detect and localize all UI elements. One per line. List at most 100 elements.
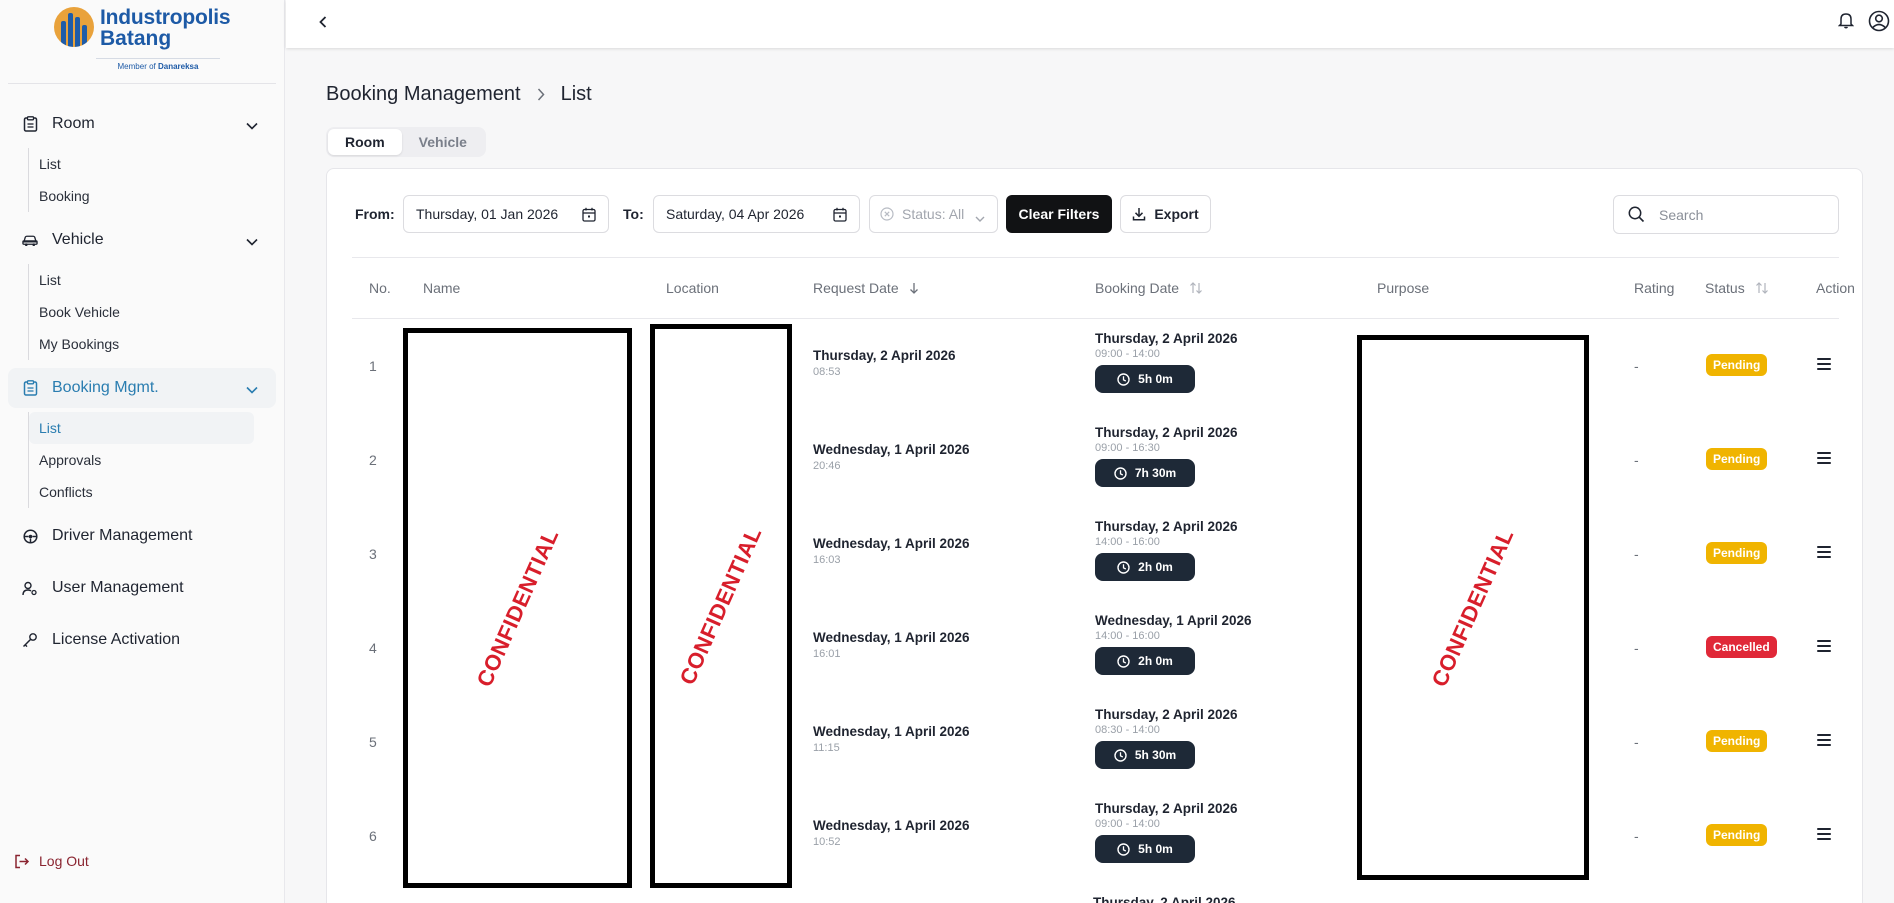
tab-vehicle[interactable]: Vehicle [402,129,484,155]
row-number: 2 [369,452,377,468]
from-label: From: [355,206,395,222]
car-icon [22,232,38,248]
sidebar-group-vehicle[interactable]: Vehicle [8,220,276,260]
chevron-down-icon [246,381,258,399]
duration-chip: 7h 30m [1095,459,1195,487]
booking-time-range: 09:00 - 14:00 [1095,818,1160,830]
booking-date-cell: Thursday, 2 April 2026 09:00 - 14:00 5h … [1095,331,1238,393]
to-date-picker[interactable]: Saturday, 04 Apr 2026 [653,195,860,233]
notifications-button[interactable] [1837,11,1855,34]
steering-wheel-icon [22,528,38,544]
brand-logo[interactable]: Industropolis Batang Member of Danareksa [54,5,234,73]
clock-icon [1117,372,1130,386]
booking-time-range: 14:00 - 16:00 [1095,630,1160,642]
sidebar-item-room-list[interactable]: List [29,148,254,180]
sidebar-item-conflicts[interactable]: Conflicts [29,476,254,508]
export-label: Export [1154,206,1199,222]
status-badge: Pending [1706,448,1768,470]
sidebar-group-room[interactable]: Room [8,104,276,144]
col-booking-date[interactable]: Booking Date [1095,280,1203,296]
sidebar-item-booking-list[interactable]: List [29,412,254,444]
request-date-cell: Thursday, 2 April 2026 08:53 [813,348,956,378]
col-status[interactable]: Status [1705,280,1769,296]
sidebar-group-label: Vehicle [52,231,104,248]
request-time: 20:46 [813,460,841,472]
sidebar-group-label: Booking Mgmt. [52,379,159,396]
sidebar-item-book-vehicle[interactable]: Book Vehicle [29,296,254,328]
duration-value: 2h 0m [1138,654,1173,668]
bell-icon [1837,13,1855,29]
from-date-picker[interactable]: Thursday, 01 Jan 2026 [403,195,609,233]
status-filter-select[interactable]: Status: All [869,195,998,233]
logout-label: Log Out [39,853,89,869]
clock-icon [1117,560,1130,574]
export-button[interactable]: Export [1120,195,1211,233]
sidebar-booking-mgmt-children: List Approvals Conflicts [28,412,254,508]
duration-chip: 5h 0m [1095,835,1195,863]
logout-button[interactable]: Log Out [14,853,89,869]
booking-type-tabs: Room Vehicle [326,127,486,157]
booking-date: Thursday, 2 April 2026 [1095,707,1238,722]
sidebar-item-driver-management[interactable]: Driver Management [8,516,276,556]
row-actions-menu-icon[interactable] [1817,734,1831,746]
redaction-box-purpose: CONFIDENTIAL [1357,335,1589,880]
col-request-date[interactable]: Request Date [813,280,919,296]
top-bar [286,0,1894,48]
sidebar-divider [8,83,276,84]
user-menu-button[interactable] [1868,10,1890,37]
tab-room[interactable]: Room [328,129,402,155]
sort-desc-icon[interactable] [909,282,919,294]
sort-toggle-icon[interactable] [1189,282,1203,294]
redaction-label: CONFIDENTIAL [1426,524,1519,690]
col-action: Action [1816,280,1855,296]
sidebar-item-room-booking[interactable]: Booking [29,180,254,212]
booking-date-cell: Thursday, 2 April 2026 14:00 - 16:00 2h … [1095,519,1238,581]
clock-icon [1117,654,1130,668]
partial-row-booking-date: Thursday, 2 April 2026 [1093,895,1236,903]
booking-date: Thursday, 2 April 2026 [1095,425,1238,440]
search-input[interactable] [1659,206,1819,223]
row-actions-menu-icon[interactable] [1817,452,1831,464]
clipboard-icon [22,380,38,396]
brand-name-line2: Batang [100,27,172,50]
row-actions-menu-icon[interactable] [1817,828,1831,840]
collapse-sidebar-button[interactable] [314,13,332,31]
sidebar: Industropolis Batang Member of Danareksa… [0,0,285,903]
duration-chip: 2h 0m [1095,647,1195,675]
booking-date-cell: Thursday, 2 April 2026 09:00 - 16:30 7h … [1095,425,1238,487]
rating-value: - [1634,734,1639,750]
clear-filters-button[interactable]: Clear Filters [1006,195,1112,233]
clear-circle-icon[interactable] [880,207,894,221]
redaction-label: CONFIDENTIAL [674,523,767,689]
sidebar-group-booking-mgmt[interactable]: Booking Mgmt. [8,368,276,408]
breadcrumb: Booking Management List [326,83,592,106]
search-box[interactable] [1613,195,1839,234]
sort-toggle-icon[interactable] [1755,282,1769,294]
row-actions-menu-icon[interactable] [1817,358,1831,370]
col-purpose: Purpose [1377,280,1430,296]
row-actions-menu-icon[interactable] [1817,640,1831,652]
col-name: Name [423,280,461,296]
sidebar-item-user-management[interactable]: User Management [8,568,276,608]
row-actions-menu-icon[interactable] [1817,546,1831,558]
col-booking-date-label: Booking Date [1095,280,1180,296]
duration-value: 5h 0m [1138,372,1173,386]
sidebar-item-license-activation[interactable]: License Activation [8,620,276,660]
breadcrumb-current: List [560,83,592,105]
request-date: Wednesday, 1 April 2026 [813,630,970,645]
col-status-label: Status [1705,280,1745,296]
logout-icon [14,854,30,869]
sidebar-item-approvals[interactable]: Approvals [29,444,254,476]
sidebar-item-label: License Activation [52,631,181,648]
booking-date: Thursday, 2 April 2026 [1095,519,1238,534]
sidebar-item-my-bookings[interactable]: My Bookings [29,328,254,360]
booking-time-range: 09:00 - 16:30 [1095,442,1160,454]
booking-date: Wednesday, 1 April 2026 [1095,613,1252,628]
sidebar-group-label: Room [52,115,95,132]
duration-value: 5h 30m [1134,748,1177,762]
breadcrumb-section[interactable]: Booking Management [326,83,521,106]
request-date: Thursday, 2 April 2026 [813,348,956,363]
request-time: 16:01 [813,648,841,660]
chevron-left-icon [319,16,327,28]
sidebar-item-vehicle-list[interactable]: List [29,264,254,296]
